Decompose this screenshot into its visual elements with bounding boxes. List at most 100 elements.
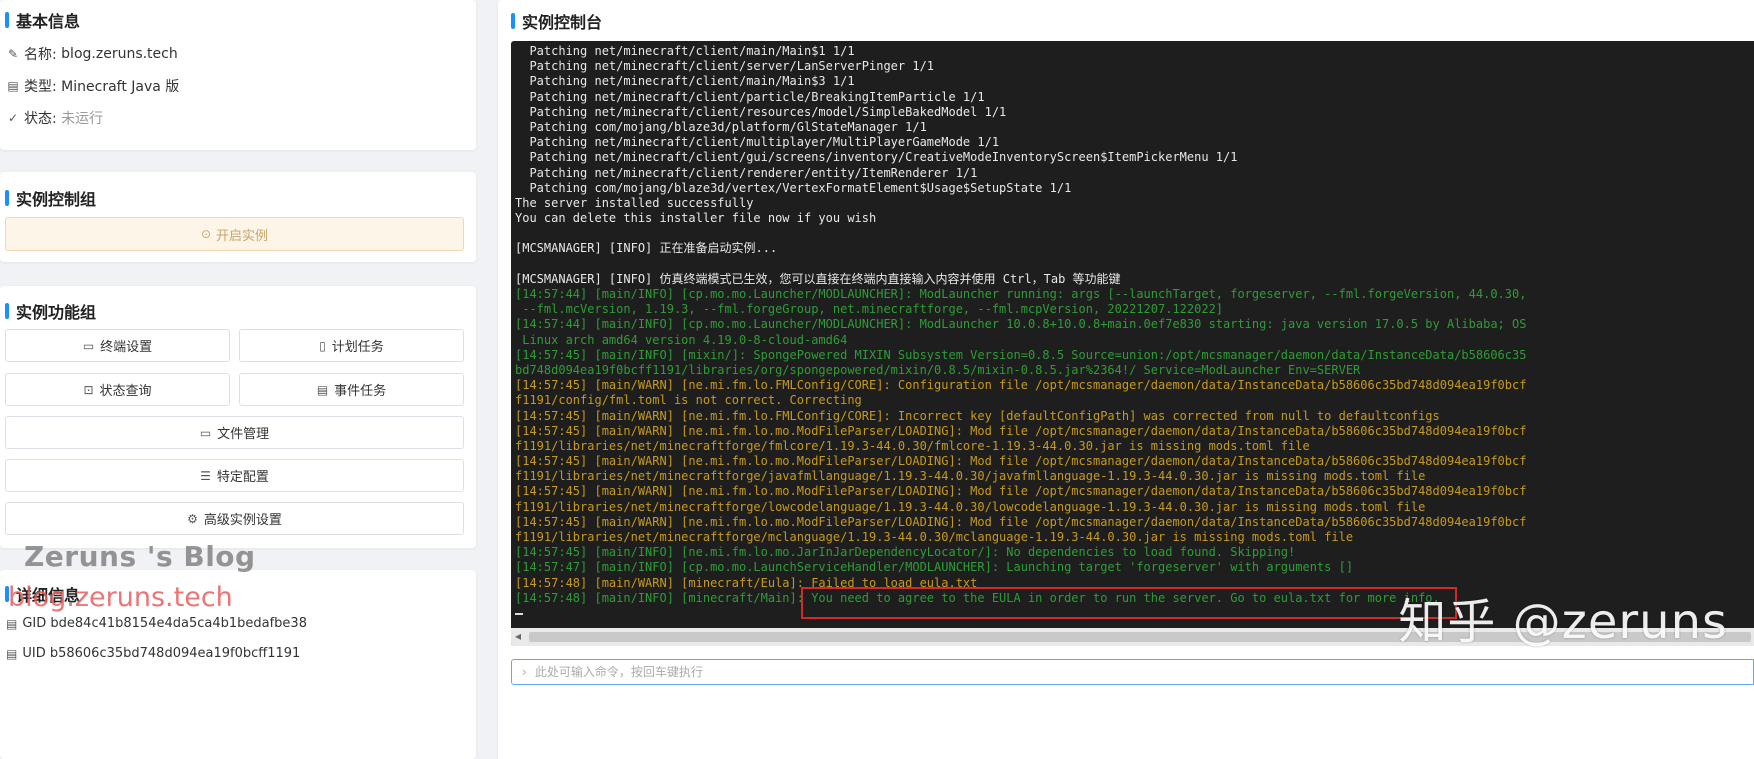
terminal-line: [14:57:45] [main/WARN] [ne.mi.fm.lo.mo.M… — [515, 484, 1527, 499]
document-icon: ▤ — [6, 646, 18, 661]
basic-info-title-text: 基本信息 — [16, 12, 81, 31]
control-title-text: 实例控制组 — [16, 190, 97, 209]
schedule-icon: ▯ — [319, 338, 326, 353]
terminal-line: Linux arch amd64 version 4.19.0-8-cloud-… — [515, 332, 848, 347]
file-management-button[interactable]: ▭ 文件管理 — [5, 416, 464, 449]
title-accent-bar — [5, 303, 9, 319]
terminal-cursor — [515, 613, 523, 615]
gid-row: ▤ GID bde84c41b8154e4da5ca4b1bedafbe38 — [6, 616, 307, 631]
gear-icon: ⚙ — [187, 511, 198, 526]
terminal-line: --fml.mcVersion, 1.19.3, --fml.forgeGrou… — [515, 302, 1224, 317]
scroll-left-icon[interactable]: ◂ — [515, 629, 521, 643]
document-icon: ▤ — [6, 616, 18, 631]
uid-row: ▤ UID b58606c35bd748d094ea19f0bcff1191 — [6, 646, 300, 661]
status-value: 未运行 — [61, 111, 104, 127]
specific-config-label: 特定配置 — [216, 470, 269, 485]
terminal-line: f1191/libraries/net/minecraftforge/javaf… — [515, 469, 1426, 484]
terminal-line: Patching com/mojang/blaze3d/vertex/Verte… — [515, 180, 1072, 195]
terminal-line: f1191/libraries/net/minecraftforge/mclan… — [515, 530, 1354, 544]
advanced-settings-button[interactable]: ⚙ 高级实例设置 — [5, 502, 464, 535]
sliders-icon: ☰ — [200, 468, 211, 483]
instance-type-row: ▤ 类型: Minecraft Java 版 — [6, 76, 179, 96]
terminal-line: [MCSMANAGER] [INFO] 仿真终端模式已生效，您可以直接在终端内直… — [515, 271, 1121, 286]
status-label: 状态: — [24, 111, 57, 127]
instance-status-row: ✓ 状态: 未运行 — [6, 108, 103, 128]
functions-title-text: 实例功能组 — [16, 303, 97, 322]
gid-value: GID bde84c41b8154e4da5ca4b1bedafbe38 — [22, 616, 307, 631]
name-label: 名称: — [24, 47, 57, 63]
scheduled-tasks-label: 计划任务 — [331, 340, 384, 355]
terminal-output[interactable]: Patching net/minecraft/client/main/Main$… — [511, 41, 1754, 646]
chart-icon: ⊡ — [83, 382, 94, 397]
terminal-line: [14:57:45] [main/WARN] [ne.mi.fm.lo.FMLC… — [515, 378, 1527, 393]
terminal-line: The server installed successfully — [515, 195, 754, 210]
monitor-icon: ▭ — [82, 338, 95, 353]
instance-control-card: 实例控制组 ⊙ 开启实例 — [0, 172, 476, 262]
folder-icon: ▭ — [199, 425, 212, 440]
blog-url-watermark: blog.zeruns.tech — [8, 582, 233, 613]
start-instance-button[interactable]: ⊙ 开启实例 — [5, 217, 464, 251]
specific-config-button[interactable]: ☰ 特定配置 — [5, 459, 464, 492]
start-instance-label: 开启实例 — [216, 228, 269, 244]
uid-value: UID b58606c35bd748d094ea19f0bcff1191 — [22, 646, 301, 661]
zhihu-watermark: 知乎 @zeruns — [1398, 594, 1728, 650]
terminal-line: [14:57:47] [main/INFO] [cp.mo.mo.LaunchS… — [515, 560, 1354, 575]
terminal-line: [14:57:45] [main/WARN] [ne.mi.fm.lo.mo.M… — [515, 514, 1527, 529]
prompt-chevron-icon: › — [522, 665, 527, 679]
terminal-line: [14:57:45] [main/WARN] [ne.mi.fm.lo.FMLC… — [515, 408, 1440, 423]
terminal-line: Patching net/minecraft/client/server/Lan… — [515, 59, 935, 74]
terminal-settings-label: 终端设置 — [100, 340, 153, 355]
type-label: 类型: — [24, 79, 57, 95]
instance-name-row: ✎ 名称: blog.zeruns.tech — [6, 44, 178, 64]
terminal-line: f1191/libraries/net/minecraftforge/lowco… — [515, 499, 1426, 514]
functions-title: 实例功能组 — [5, 299, 96, 323]
edit-icon: ✎ — [7, 47, 19, 61]
status-check-icon: ✓ — [7, 111, 19, 125]
file-management-label: 文件管理 — [217, 427, 270, 442]
terminal-line: Patching net/minecraft/client/multiplaye… — [515, 135, 1000, 150]
name-value: blog.zeruns.tech — [61, 46, 178, 62]
blog-watermark: Zeruns 's Blog — [24, 540, 256, 573]
terminal-line: Patching net/minecraft/client/main/Main$… — [515, 74, 855, 89]
basic-info-card: 基本信息 ✎ 名称: blog.zeruns.tech ▤ 类型: Minecr… — [0, 0, 476, 150]
terminal-line: Patching net/minecraft/client/gui/screen… — [515, 150, 1238, 165]
terminal-line: Patching net/minecraft/client/particle/B… — [515, 89, 985, 104]
terminal-line: [14:57:45] [main/WARN] [ne.mi.fm.lo.mo.M… — [515, 454, 1527, 469]
command-input-box[interactable]: › — [511, 659, 1754, 685]
terminal-lines: Patching net/minecraft/client/main/Main$… — [515, 44, 1526, 606]
terminal-line: bd748d094ea19f0bcff1191/libraries/org/sp… — [515, 362, 1361, 377]
title-accent-bar — [5, 12, 9, 28]
event-tasks-button[interactable]: ▤ 事件任务 — [239, 373, 464, 406]
terminal-line: Patching net/minecraft/client/resources/… — [515, 104, 1007, 119]
console-title-text: 实例控制台 — [522, 13, 603, 32]
status-query-label: 状态查询 — [99, 384, 152, 399]
event-tasks-label: 事件任务 — [334, 384, 387, 399]
title-accent-bar — [511, 13, 515, 29]
terminal-line: f1191/libraries/net/minecraftforge/fmlco… — [515, 438, 1310, 453]
play-circle-icon: ⊙ — [200, 227, 212, 241]
terminal-line: [MCSMANAGER] [INFO] 正在准备启动实例... — [515, 241, 778, 256]
scheduled-tasks-button[interactable]: ▯ 计划任务 — [239, 329, 464, 362]
terminal-line: [14:57:45] [main/WARN] [ne.mi.fm.lo.mo.M… — [515, 423, 1527, 438]
terminal-line: Patching com/mojang/blaze3d/platform/GlS… — [515, 119, 927, 134]
terminal-line: [14:57:44] [main/INFO] [cp.mo.mo.Launche… — [515, 287, 1527, 301]
event-list-icon: ▤ — [316, 382, 329, 397]
terminal-line: f1191/config/fml.toml is not correct. Co… — [515, 393, 862, 408]
command-input[interactable] — [534, 665, 1725, 679]
terminal-line: [14:57:44] [main/INFO] [cp.mo.mo.Launche… — [515, 317, 1527, 332]
control-title: 实例控制组 — [5, 186, 96, 210]
advanced-settings-label: 高级实例设置 — [203, 513, 282, 528]
terminal-line: [14:57:45] [main/INFO] [ne.mi.fm.lo.mo.J… — [515, 545, 1296, 560]
basic-info-title: 基本信息 — [5, 8, 80, 32]
terminal-line: You can delete this installer file now i… — [515, 211, 877, 226]
terminal-line: Patching net/minecraft/client/main/Main$… — [515, 44, 855, 58]
instance-functions-card: 实例功能组 ▭ 终端设置 ▯ 计划任务 ⊡ 状态查询 ▤ 事件任务 ▭ 文件管理… — [0, 286, 476, 548]
status-query-button[interactable]: ⊡ 状态查询 — [5, 373, 230, 406]
title-accent-bar — [5, 190, 9, 206]
type-value: Minecraft Java 版 — [61, 79, 180, 95]
terminal-line: Patching net/minecraft/client/renderer/e… — [515, 165, 978, 180]
terminal-settings-button[interactable]: ▭ 终端设置 — [5, 329, 230, 362]
document-icon: ▤ — [7, 79, 19, 93]
